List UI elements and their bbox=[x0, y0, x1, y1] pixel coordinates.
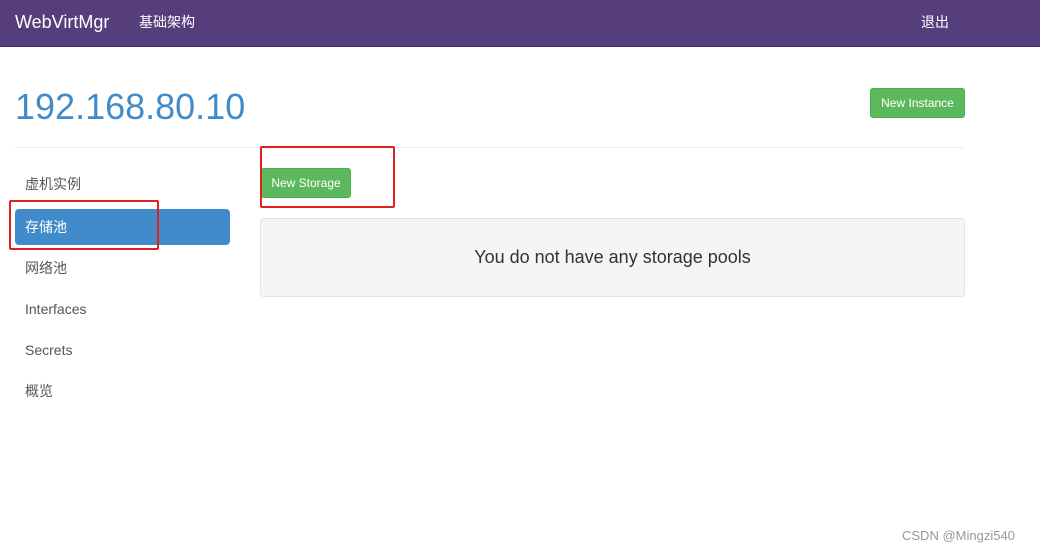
empty-storage-message: You do not have any storage pools bbox=[474, 247, 751, 267]
header-divider bbox=[15, 147, 965, 148]
sidebar-item-interfaces[interactable]: Interfaces bbox=[15, 291, 230, 327]
sidebar-item-overview[interactable]: 概览 bbox=[15, 373, 230, 409]
new-instance-button[interactable]: New Instance bbox=[870, 88, 965, 118]
logout-link[interactable]: 退出 bbox=[921, 13, 949, 31]
watermark-text: CSDN @Mingzi540 bbox=[902, 528, 1015, 543]
sidebar-item-storage[interactable]: 存储池 bbox=[15, 209, 230, 245]
empty-storage-panel: You do not have any storage pools bbox=[260, 218, 965, 297]
top-navbar: WebVirtMgr 基础架构 退出 bbox=[0, 0, 1040, 47]
brand-link[interactable]: WebVirtMgr bbox=[15, 11, 109, 33]
sidebar-item-secrets[interactable]: Secrets bbox=[15, 332, 230, 368]
new-storage-button[interactable]: New Storage bbox=[261, 168, 351, 198]
sidebar-item-networks[interactable]: 网络池 bbox=[15, 250, 230, 286]
nav-infrastructure-link[interactable]: 基础架构 bbox=[139, 13, 195, 31]
page-title: 192.168.80.10 bbox=[15, 86, 246, 127]
sidebar-item-instances[interactable]: 虚机实例 bbox=[15, 166, 230, 202]
